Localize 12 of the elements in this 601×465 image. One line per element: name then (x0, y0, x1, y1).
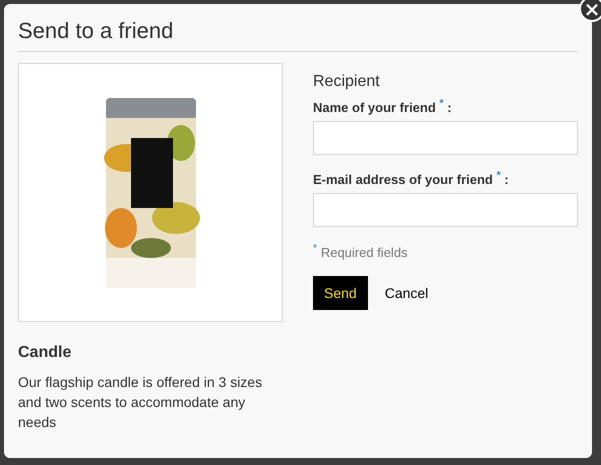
field-label: Name of your friend $^{*}$ : (313, 98, 453, 116)
product-name: Candle (18, 344, 72, 362)
required-note: $^{*}$ Required fields (313, 242, 409, 260)
cancel-link[interactable]: Cancel (384, 284, 428, 301)
field-label: E-mail address of your friend $^{*}$ : (313, 169, 510, 187)
close-button[interactable]: × (579, 0, 601, 22)
input-field[interactable] (313, 192, 578, 227)
product-description: Our flagship candle is offered in 3 sizes and two scents to accommodate any needs (18, 373, 264, 432)
recipient-heading: Recipient (313, 73, 381, 91)
dialog-title: Send to a friend (18, 18, 578, 52)
send-button[interactable]: Send (313, 276, 368, 310)
input-field[interactable] (313, 121, 578, 156)
